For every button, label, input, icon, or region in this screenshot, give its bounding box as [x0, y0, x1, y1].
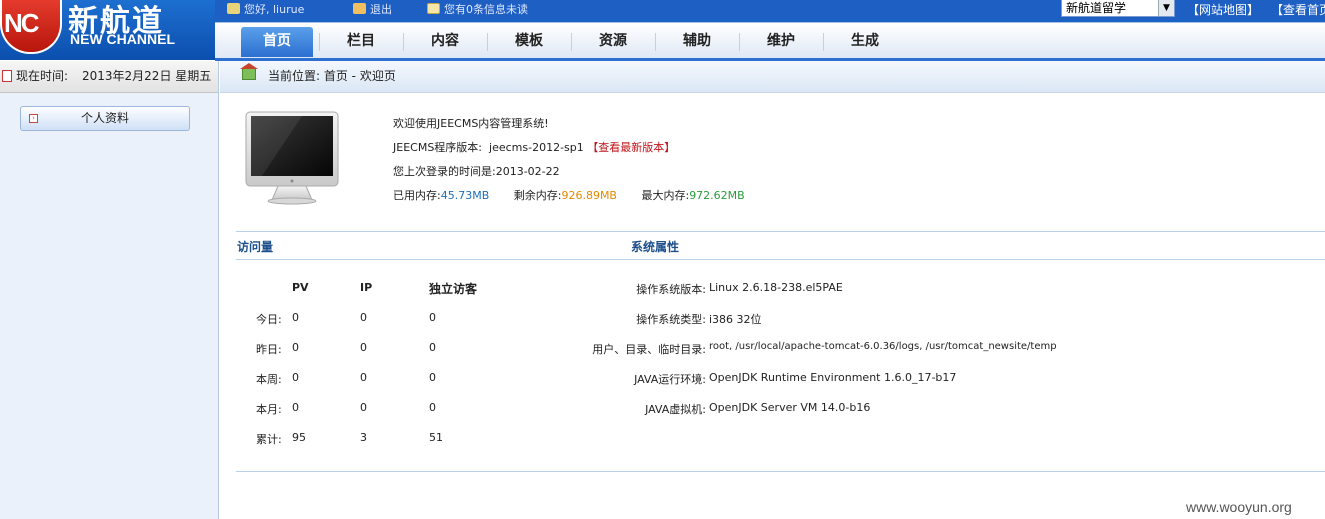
date-label: 现在时间: [16, 69, 69, 83]
version-value: jeecms-2012-sp1 [489, 141, 584, 154]
col-uv: 独立访客 [429, 282, 478, 296]
row-label: 本周: [256, 373, 282, 386]
row-pv: 95 [292, 431, 306, 444]
divider [236, 259, 1325, 260]
row-ip: 0 [360, 401, 367, 414]
row-label: 昨日: [256, 343, 282, 356]
divider [236, 231, 1325, 232]
greeting: 您好, liurue [227, 1, 304, 17]
latest-version-link[interactable]: 【查看最新版本】 [587, 141, 675, 154]
tab-generate[interactable]: 生成 [829, 27, 901, 57]
row-pv: 0 [292, 311, 299, 324]
arrow-right-icon: › [29, 114, 38, 123]
mem-max: 972.62MB [689, 189, 745, 202]
mail-icon [427, 3, 440, 14]
sidebar: 现在时间: 2013年2月22日 星期五 › 个人资料 [0, 61, 219, 519]
row-ip: 0 [360, 371, 367, 384]
row-label: 今日: [256, 313, 282, 326]
row-pv: 0 [292, 371, 299, 384]
row-label: 本月: [256, 403, 282, 416]
user-icon [227, 3, 240, 14]
row-uv: 0 [429, 401, 436, 414]
row-uv: 0 [429, 371, 436, 384]
home-icon [240, 63, 258, 80]
tab-channel[interactable]: 栏目 [325, 27, 397, 57]
row-pv: 0 [292, 341, 299, 354]
row-uv: 51 [429, 431, 443, 444]
breadcrumb-text: 当前位置: 首页 - 欢迎页 [268, 69, 396, 83]
date-bar: 现在时间: 2013年2月22日 星期五 [0, 61, 218, 93]
app-window: NC 新航道 NEW CHANNEL 您好, liurue 退出 您有0条信息未… [0, 0, 1325, 519]
site-select[interactable]: 新航道留学 ▼ [1061, 0, 1175, 17]
view-home-link[interactable]: 【查看首页】 [1271, 1, 1325, 18]
monitor-icon [245, 111, 339, 205]
watermark: www.wooyun.org [1186, 499, 1292, 515]
header: NC 新航道 NEW CHANNEL 您好, liurue 退出 您有0条信息未… [0, 0, 1325, 61]
row-label: 累计: [256, 433, 282, 446]
sys-value: root, /usr/local/apache-tomcat-6.0.36/lo… [709, 341, 1057, 352]
logo-title-en: NEW CHANNEL [70, 31, 175, 47]
sidebar-item-profile[interactable]: › 个人资料 [20, 106, 190, 131]
sys-value: OpenJDK Runtime Environment 1.6.0_17-b17 [709, 371, 957, 384]
date-value: 2013年2月22日 星期五 [82, 69, 212, 83]
row-ip: 0 [360, 311, 367, 324]
logout-icon [353, 3, 366, 14]
tab-home[interactable]: 首页 [241, 27, 313, 57]
mem-used: 45.73MB [440, 189, 490, 202]
sitemap-link[interactable]: 【网站地图】 [1187, 1, 1259, 18]
welcome-text: 欢迎使用JEECMS内容管理系统! [393, 117, 549, 130]
mem-free: 926.89MB [561, 189, 617, 202]
top-info-bar: 您好, liurue 退出 您有0条信息未读 新航道留学 ▼ 【网站地图】 【查… [215, 0, 1325, 20]
visits-heading: 访问量 [237, 240, 274, 254]
sys-label: JAVA虚拟机: [645, 403, 706, 416]
chevron-down-icon: ▼ [1158, 0, 1174, 16]
col-ip: IP [360, 281, 373, 294]
logo-mark: NC [0, 0, 62, 54]
col-pv: PV [292, 281, 309, 294]
messages-link[interactable]: 您有0条信息未读 [427, 1, 528, 17]
sys-value: Linux 2.6.18-238.el5PAE [709, 281, 843, 294]
tab-assist[interactable]: 辅助 [661, 27, 733, 57]
last-login-line: 您上次登录的时间是:2013-02-22 [393, 165, 560, 178]
version-line: JEECMS程序版本: jeecms-2012-sp1 【查看最新版本】 [393, 141, 676, 154]
calendar-icon [2, 70, 12, 82]
logout-link[interactable]: 退出 [353, 1, 392, 17]
system-heading: 系统属性 [631, 240, 680, 254]
divider [236, 471, 1325, 472]
tab-content[interactable]: 内容 [409, 27, 481, 57]
row-uv: 0 [429, 341, 436, 354]
row-ip: 3 [360, 431, 367, 444]
main-nav: 首页 栏目 内容 模板 资源 辅助 维护 生成 [215, 22, 1325, 58]
row-ip: 0 [360, 341, 367, 354]
logo: NC 新航道 NEW CHANNEL [0, 0, 210, 60]
row-pv: 0 [292, 401, 299, 414]
sys-label: JAVA运行环境: [634, 373, 706, 386]
breadcrumb: 当前位置: 首页 - 欢迎页 [220, 61, 1325, 93]
sys-label: 操作系统类型: [636, 313, 706, 326]
tab-resource[interactable]: 资源 [577, 27, 649, 57]
tab-template[interactable]: 模板 [493, 27, 565, 57]
sys-value: i386 32位 [709, 313, 762, 326]
tab-maintain[interactable]: 维护 [745, 27, 817, 57]
sys-label: 操作系统版本: [636, 283, 706, 296]
memory-line: 已用内存:45.73MB 剩余内存:926.89MB 最大内存:972.62MB [393, 189, 745, 202]
row-uv: 0 [429, 311, 436, 324]
sys-label: 用户、目录、临时目录: [592, 343, 706, 356]
sys-value: OpenJDK Server VM 14.0-b16 [709, 401, 871, 414]
